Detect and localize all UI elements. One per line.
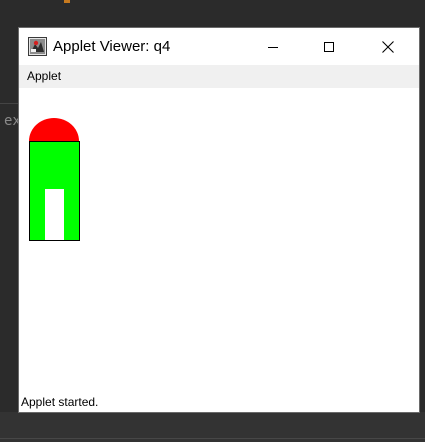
window-title: Applet Viewer: q4 (53, 38, 171, 55)
title-bar[interactable]: Applet Viewer: q4 (19, 28, 419, 65)
minimize-icon (268, 46, 278, 48)
menu-bar: Applet (19, 65, 419, 88)
close-icon (382, 40, 394, 53)
minimize-button[interactable] (250, 28, 296, 65)
background-editor-text: ex (4, 113, 20, 129)
menu-applet[interactable]: Applet (22, 65, 66, 88)
background-bottom-divider (0, 438, 425, 439)
close-button[interactable] (365, 28, 411, 65)
background-divider (0, 103, 19, 104)
white-doorway (45, 189, 64, 240)
applet-canvas (19, 88, 419, 392)
background-top-strip (0, 0, 425, 28)
applet-drawing (29, 118, 80, 241)
background-accent-mark (64, 0, 70, 3)
applet-viewer-window: Applet Viewer: q4 Applet Applet started. (19, 28, 419, 412)
red-dome (29, 118, 79, 141)
status-bar: Applet started. (19, 392, 419, 412)
status-text: Applet started. (21, 395, 99, 409)
maximize-icon (324, 41, 334, 52)
java-applet-icon (28, 37, 47, 56)
maximize-button[interactable] (306, 28, 352, 65)
